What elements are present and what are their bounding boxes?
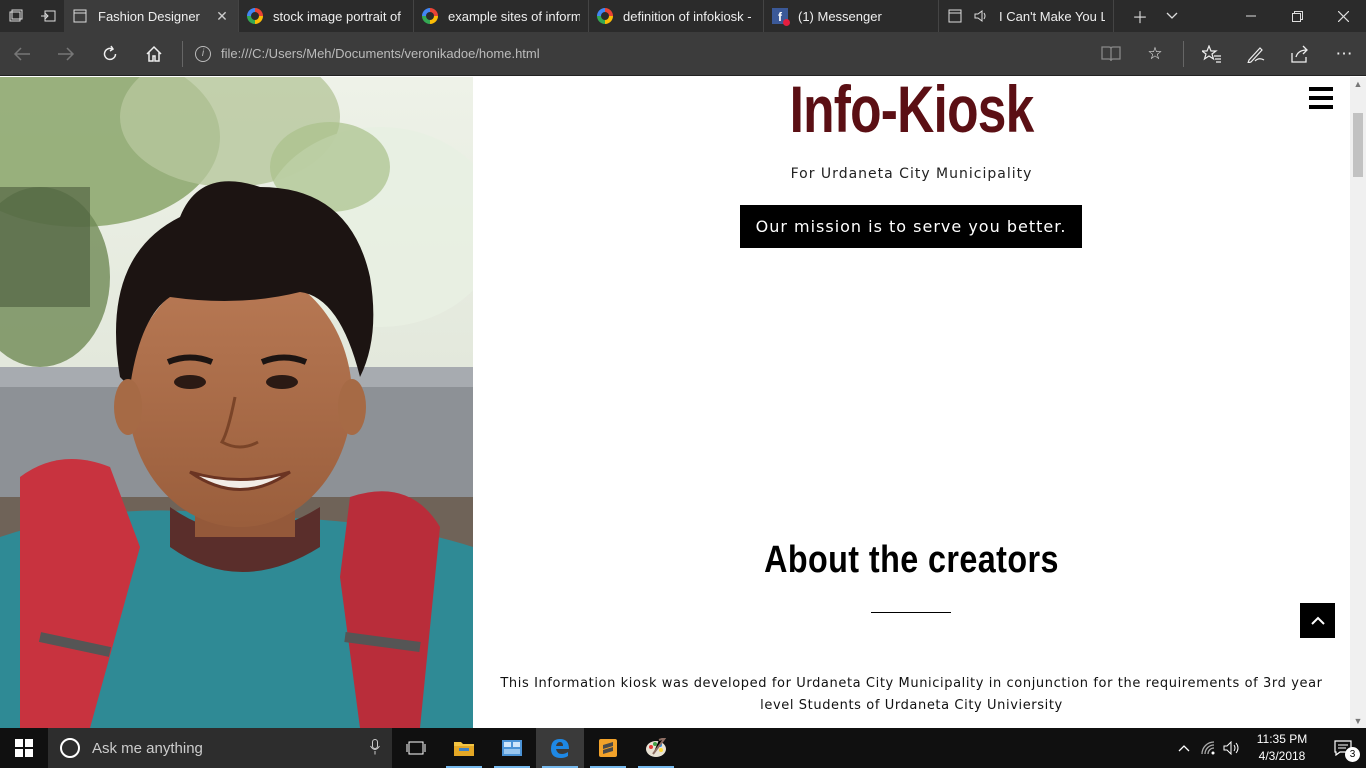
site-subtitle: For Urdaneta City Municipality — [790, 166, 1033, 182]
windows-taskbar: Ask me anything 11:35 PM 4/3/2018 3 — [0, 728, 1366, 768]
chevron-up-icon[interactable] — [1172, 744, 1196, 752]
clock-time: 11:35 PM — [1256, 732, 1308, 746]
search-placeholder: Ask me anything — [92, 739, 203, 757]
google-icon — [422, 8, 438, 24]
tab-title: definition of infokiosk - — [623, 8, 752, 24]
tab-stock-image[interactable]: stock image portrait of — [239, 0, 414, 32]
tab-title: stock image portrait of — [273, 8, 401, 24]
close-icon[interactable]: ✕ — [214, 8, 230, 24]
address-bar[interactable]: i file:///C:/Users/Meh/Documents/veronik… — [189, 32, 1089, 76]
chevron-down-icon[interactable] — [1156, 0, 1188, 32]
page-viewport: Info-Kiosk For Urdaneta City Municipalit… — [0, 77, 1366, 728]
back-to-top-button[interactable] — [1300, 603, 1335, 638]
control-panel-icon[interactable] — [488, 728, 536, 768]
action-center-icon[interactable]: 3 — [1320, 728, 1366, 768]
tab-title: example sites of inform — [448, 8, 580, 24]
heading-divider — [871, 612, 951, 613]
url-text[interactable]: file:///C:/Users/Meh/Documents/veronikad… — [221, 46, 540, 61]
tab-music[interactable]: I Can't Make You L — [939, 0, 1114, 32]
browser-tab-strip: Fashion Designer ✕ stock image portrait … — [0, 0, 1366, 32]
google-icon — [597, 8, 613, 24]
refresh-icon[interactable] — [88, 32, 132, 76]
file-explorer-icon[interactable] — [440, 728, 488, 768]
system-tray: 11:35 PM 4/3/2018 3 — [1172, 728, 1366, 768]
home-icon[interactable] — [132, 32, 176, 76]
new-tab-icon[interactable]: ＋ — [1124, 0, 1156, 32]
task-view-icon[interactable] — [392, 728, 440, 768]
hamburger-menu-icon[interactable] — [1309, 87, 1333, 109]
paint-icon[interactable] — [632, 728, 680, 768]
cortana-icon — [60, 738, 80, 758]
wifi-icon[interactable] — [1196, 741, 1220, 755]
tab-title: Fashion Designer — [98, 8, 200, 24]
favorites-hub-icon[interactable] — [1190, 32, 1234, 76]
tab-title: I Can't Make You L — [999, 8, 1105, 24]
favorite-star-icon[interactable]: ☆ — [1133, 32, 1177, 76]
back-arrow-icon[interactable] — [0, 32, 44, 76]
about-paragraph: This Information kiosk was developed for… — [500, 676, 1323, 713]
restore-icon[interactable] — [1274, 0, 1320, 32]
notification-count-badge: 3 — [1345, 747, 1360, 762]
clock-date: 4/3/2018 — [1258, 749, 1306, 763]
windows-start-icon[interactable] — [0, 728, 48, 768]
tab-definition-infokiosk[interactable]: definition of infokiosk - — [589, 0, 764, 32]
info-icon[interactable]: i — [195, 45, 211, 62]
restore-tabs-icon[interactable] — [32, 0, 64, 32]
main-content: Info-Kiosk For Urdaneta City Municipalit… — [473, 77, 1350, 728]
mission-button[interactable]: Our mission is to serve you better. — [740, 205, 1082, 248]
facebook-icon: f — [772, 8, 790, 26]
toolbar-divider — [1183, 40, 1184, 67]
microphone-icon[interactable] — [370, 738, 380, 758]
toolbar-divider — [182, 40, 183, 67]
clock[interactable]: 11:35 PM 4/3/2018 — [1244, 731, 1320, 765]
close-window-icon[interactable] — [1320, 0, 1366, 32]
speaker-icon[interactable] — [973, 8, 989, 24]
cortana-search-box[interactable]: Ask me anything — [48, 728, 392, 768]
more-options-icon[interactable]: ⋯ — [1322, 32, 1366, 76]
google-icon — [247, 8, 263, 24]
site-title: Info-Kiosk — [789, 77, 1035, 146]
page-icon — [947, 8, 963, 24]
set-aside-tabs-icon[interactable] — [0, 0, 32, 32]
forward-arrow-icon[interactable] — [44, 32, 88, 76]
share-icon[interactable] — [1278, 32, 1322, 76]
tab-fashion-designer[interactable]: Fashion Designer ✕ — [64, 0, 239, 32]
tab-title: (1) Messenger — [798, 8, 882, 24]
tab-messenger[interactable]: f (1) Messenger — [764, 0, 939, 32]
about-heading: About the creators — [764, 539, 1059, 581]
page-icon — [72, 8, 88, 24]
edge-browser-icon[interactable] — [536, 728, 584, 768]
reading-view-icon[interactable] — [1089, 32, 1133, 76]
sublime-text-icon[interactable] — [584, 728, 632, 768]
scroll-thumb[interactable] — [1353, 113, 1363, 177]
scroll-up-icon[interactable]: ▲ — [1350, 77, 1366, 91]
volume-icon[interactable] — [1220, 741, 1244, 755]
pen-icon[interactable] — [1234, 32, 1278, 76]
browser-toolbar: i file:///C:/Users/Meh/Documents/veronik… — [0, 32, 1366, 76]
creator-portrait-photo — [0, 77, 473, 728]
tab-example-sites[interactable]: example sites of inform — [414, 0, 589, 32]
vertical-scrollbar[interactable]: ▲ ▼ — [1350, 77, 1366, 728]
minimize-icon[interactable] — [1228, 0, 1274, 32]
scroll-down-icon[interactable]: ▼ — [1350, 714, 1366, 728]
